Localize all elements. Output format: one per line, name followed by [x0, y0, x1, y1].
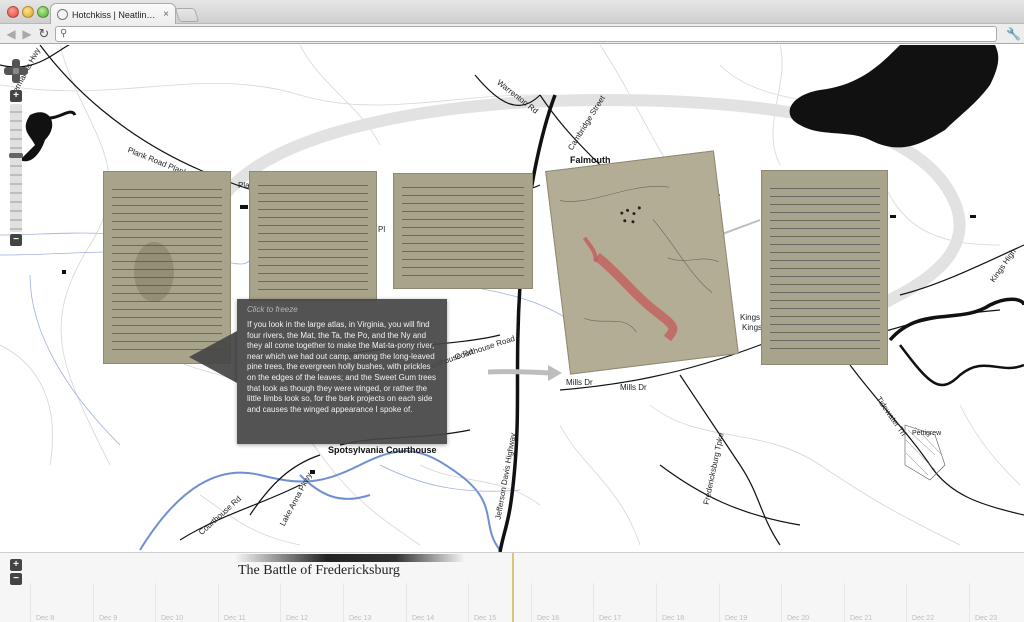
popup-pointer	[189, 331, 237, 383]
search-icon: ⚲	[60, 28, 68, 39]
map-viewport[interactable]: Germanna Hwy Plank Road Plank R Warrento…	[0, 45, 1024, 552]
timeline-grid-line	[93, 583, 94, 622]
browser-toolbar: ◀ ▶ ↻ ⚲ 🔧	[0, 24, 1024, 44]
map-zoom-control: + −	[9, 90, 23, 246]
battle-map-image[interactable]	[545, 150, 739, 375]
rivers	[139, 450, 501, 551]
map-label: Kings	[740, 313, 761, 322]
timeline-grid-line	[343, 583, 344, 622]
timeline-tick-label: Dec 17	[599, 615, 622, 622]
timeline-tick-label: Dec 12	[286, 615, 309, 622]
timeline-zoom-in-button[interactable]: +	[10, 559, 22, 571]
timeline-grid-line	[531, 583, 532, 622]
timeline[interactable]: The Battle of Fredericksburg + − Dec 8 De…	[0, 552, 1024, 622]
freeze-hint[interactable]: Click to freeze	[247, 305, 437, 314]
timeline-tick-label: Dec 23	[975, 615, 998, 622]
zoom-window-button[interactable]	[37, 6, 49, 18]
timeline-tick-label: Dec 18	[662, 615, 685, 622]
timeline-current-marker[interactable]	[512, 553, 514, 622]
map-zoom-in-button[interactable]: +	[10, 90, 22, 102]
letter-page-image-2[interactable]	[249, 171, 377, 301]
timeline-grid-line	[218, 583, 219, 622]
timeline-tick-label: Dec 16	[537, 615, 560, 622]
timeline-tick-label: Dec 19	[725, 615, 748, 622]
timeline-tick-label: Dec 11	[224, 615, 246, 622]
timeline-grid-line	[656, 583, 657, 622]
timeline-grid-line	[719, 583, 720, 622]
map-label: Pla	[238, 181, 250, 190]
timeline-grid-line	[280, 583, 281, 622]
map-label: Pettigrew	[912, 430, 942, 437]
timeline-tick-label: Dec 21	[850, 615, 873, 622]
map-zoom-out-button[interactable]: −	[10, 234, 22, 246]
timeline-tick-label: Dec 13	[349, 615, 372, 622]
timeline-tick-label: Dec 15	[474, 615, 497, 622]
timeline-grid-line	[969, 583, 970, 622]
timeline-tick-label: Dec 9	[99, 615, 118, 622]
browser-tab[interactable]: Hotchkiss | Neatline:My Dea ×	[50, 3, 176, 25]
timeline-tick-label: Dec 10	[161, 615, 184, 622]
record-popup[interactable]: Click to freeze If you look in the large…	[237, 299, 447, 444]
timeline-grid-line	[155, 583, 156, 622]
new-tab-button[interactable]	[174, 8, 200, 22]
forward-arrow-icon[interactable]: ▶	[20, 26, 34, 42]
reservoir-shape	[20, 112, 53, 162]
timeline-tick-label: Dec 20	[787, 615, 810, 622]
timeline-grid-line	[593, 583, 594, 622]
minimize-window-button[interactable]	[22, 6, 34, 18]
map-label: Mills Dr	[566, 378, 593, 387]
map-zoom-slider[interactable]	[9, 104, 23, 232]
map-label: Kings	[742, 323, 763, 332]
reload-icon[interactable]: ↻	[37, 26, 51, 42]
timeline-tick-label: Dec 14	[412, 615, 435, 622]
letter-page-image-4[interactable]	[761, 170, 888, 365]
popup-body-text: If you look in the large atlas, in Virgi…	[247, 320, 437, 414]
window-titlebar: Hotchkiss | Neatline:My Dea ×	[0, 0, 1024, 25]
timeline-tick-label: Dec 8	[36, 615, 55, 622]
sketch-map-drawing	[559, 186, 719, 342]
address-bar[interactable]: ⚲	[55, 26, 997, 42]
timeline-grid-line	[781, 583, 782, 622]
pan-control[interactable]	[4, 59, 28, 83]
timeline-event-title[interactable]: The Battle of Fredericksburg	[238, 563, 400, 579]
timeline-event-band[interactable]	[235, 554, 465, 562]
letter-page-image-3[interactable]	[393, 173, 533, 289]
back-arrow-icon[interactable]: ◀	[4, 26, 18, 42]
timeline-grid-line	[406, 583, 407, 622]
timeline-grid-line	[844, 583, 845, 622]
map-label: Pl	[378, 225, 386, 234]
timeline-zoom-out-button[interactable]: −	[10, 573, 22, 585]
timeline-tick-label: Dec 22	[912, 615, 935, 622]
rappahannock-river	[888, 297, 1024, 342]
tab-title: Hotchkiss | Neatline:My Dea	[72, 9, 159, 20]
close-window-button[interactable]	[7, 6, 19, 18]
map-label: Spotsylvania Courthouse	[328, 445, 437, 455]
zoom-slider-handle[interactable]	[9, 153, 23, 158]
timeline-grid-line	[30, 583, 31, 622]
lake-shape	[789, 45, 999, 148]
wrench-icon[interactable]: 🔧	[1006, 26, 1021, 42]
map-label: Mills Dr	[620, 383, 647, 392]
close-tab-icon[interactable]: ×	[163, 9, 169, 20]
globe-icon	[57, 9, 68, 20]
timeline-zoom-control: + −	[10, 559, 22, 587]
timeline-grid-line	[468, 583, 469, 622]
timeline-grid-line	[906, 583, 907, 622]
